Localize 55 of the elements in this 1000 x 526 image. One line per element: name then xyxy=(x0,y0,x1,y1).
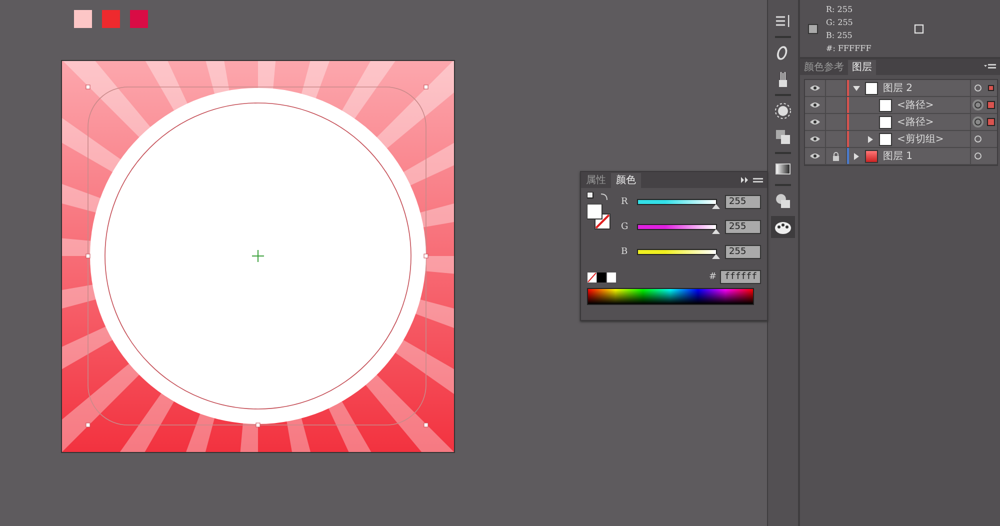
target-circle-icon[interactable] xyxy=(972,150,984,162)
layer-thumbnail xyxy=(865,82,878,94)
target-circle-icon[interactable] xyxy=(972,133,984,145)
fill-stroke-icon[interactable] xyxy=(587,204,611,230)
channel-label: B xyxy=(621,247,629,257)
channel-label: R xyxy=(621,197,629,207)
color-square-icon xyxy=(808,24,818,34)
layer-name[interactable]: <路径> xyxy=(897,115,934,129)
text-cursor-icon[interactable] xyxy=(774,12,792,30)
value-field[interactable]: 255 xyxy=(725,245,761,259)
color-swatch[interactable] xyxy=(130,10,148,28)
panel-tab[interactable]: 图层 xyxy=(848,60,876,75)
expand-triangle-icon[interactable] xyxy=(853,152,860,160)
eye-icon[interactable] xyxy=(809,101,821,109)
hex-label: # xyxy=(708,272,716,282)
value-field[interactable]: 255 xyxy=(725,220,761,234)
panel-tab[interactable]: 颜色参考 xyxy=(800,60,848,75)
channel-label: G xyxy=(621,222,629,232)
value-field[interactable]: 255 xyxy=(725,195,761,209)
panel-tab[interactable]: 颜色 xyxy=(611,173,641,188)
layer-name[interactable]: 图层 2 xyxy=(883,81,913,95)
eye-icon[interactable] xyxy=(809,152,821,160)
target-circle-icon[interactable] xyxy=(972,116,984,128)
color-spectrum[interactable] xyxy=(587,288,754,305)
color-value: R: 255 xyxy=(826,4,854,16)
layer-thumbnail xyxy=(865,150,878,162)
layer-thumbnail xyxy=(879,116,892,128)
hex-field[interactable]: ffffff xyxy=(720,270,761,284)
expand-triangle-icon[interactable] xyxy=(867,136,874,142)
target-circle-icon[interactable] xyxy=(972,82,984,94)
color-swatch[interactable] xyxy=(74,10,92,28)
color-swatch[interactable] xyxy=(102,10,120,28)
selection-square[interactable] xyxy=(987,101,995,109)
color-value: G: 255 xyxy=(826,16,854,28)
panel-tab[interactable]: 属性 xyxy=(581,173,611,188)
eye-icon[interactable] xyxy=(809,118,821,126)
sun-icon[interactable] xyxy=(774,102,792,120)
selection-square[interactable] xyxy=(988,85,994,91)
layer-thumbnail xyxy=(879,98,892,112)
collapse-triangle-icon[interactable] xyxy=(853,84,860,92)
layer-name[interactable]: <路径> xyxy=(897,98,934,112)
layer-thumbnail xyxy=(879,132,892,146)
target-circle-icon[interactable] xyxy=(972,99,984,111)
eye-icon[interactable] xyxy=(809,135,821,143)
color-value: B: 255 xyxy=(826,30,854,42)
color-presets-icon[interactable] xyxy=(587,272,617,282)
layers-icon[interactable] xyxy=(774,128,792,146)
layer-name[interactable]: 图层 1 xyxy=(883,149,913,163)
panel-menu-icon[interactable] xyxy=(741,176,763,184)
eye-icon[interactable] xyxy=(809,84,821,92)
selection-square[interactable] xyxy=(987,118,995,126)
empty-square-icon xyxy=(914,24,924,34)
lock-icon[interactable] xyxy=(832,152,840,160)
color-value: #: FFFFFF xyxy=(826,42,872,54)
panel-menu-icon[interactable] xyxy=(984,63,996,71)
